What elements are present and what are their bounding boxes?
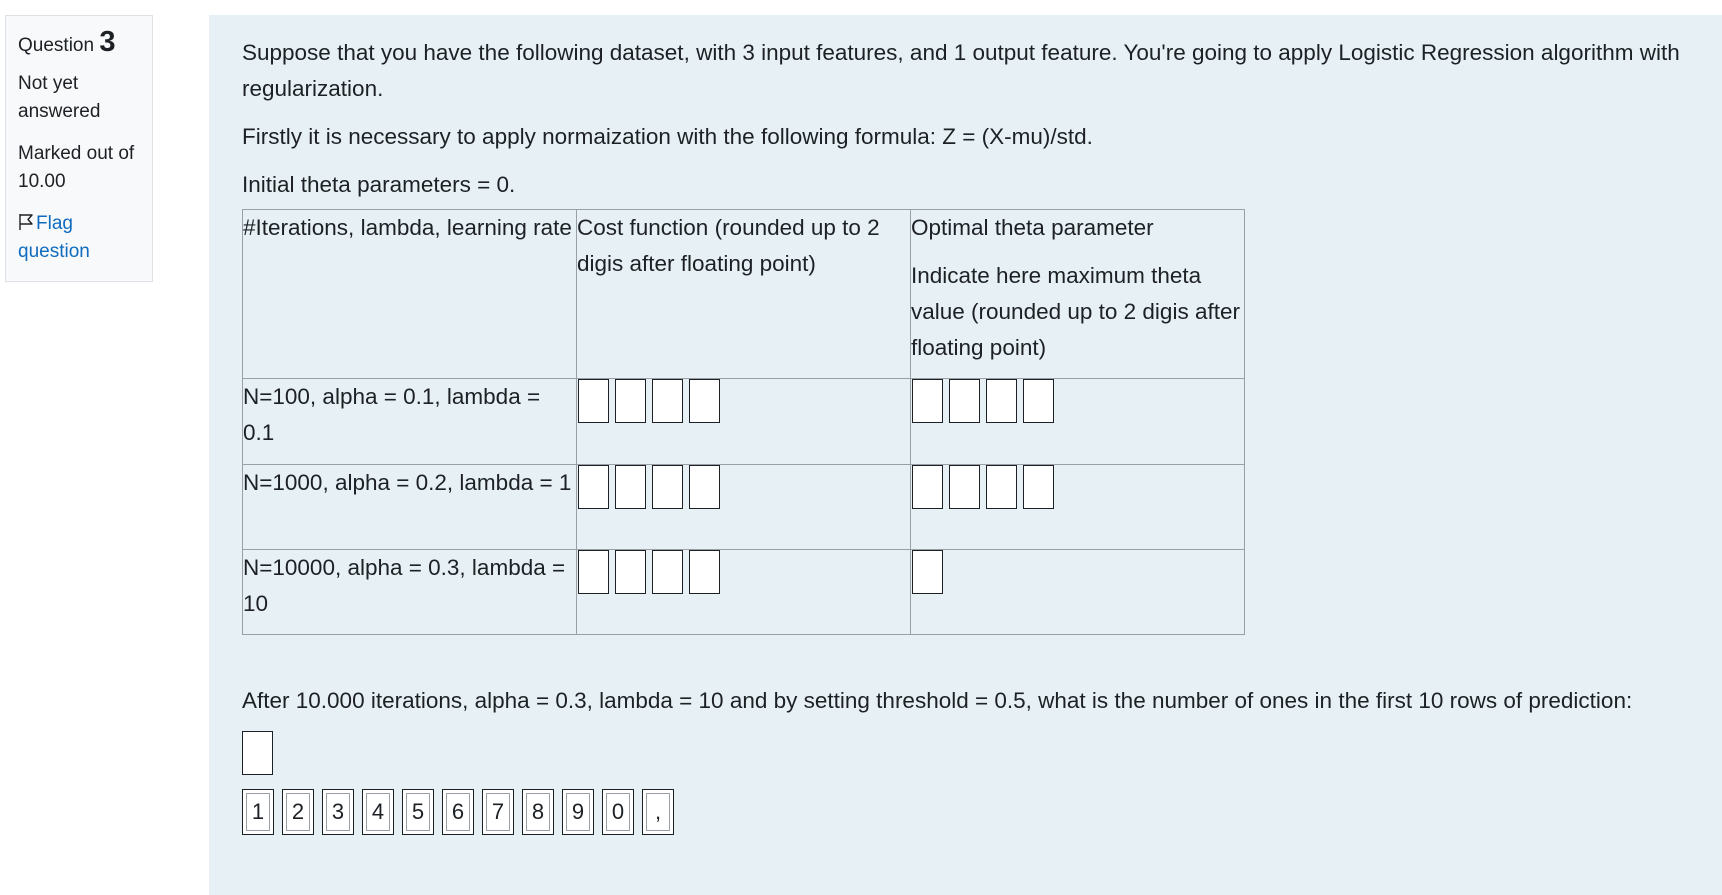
- keypad-key-1[interactable]: 1: [242, 789, 274, 835]
- keypad-key-2[interactable]: 2: [282, 789, 314, 835]
- prediction-question: After 10.000 iterations, alpha = 0.3, la…: [242, 688, 1633, 713]
- table-row: N=1000, alpha = 0.2, lambda = 1: [242, 464, 1245, 550]
- keypad-key-8[interactable]: 8: [522, 789, 554, 835]
- row-label-text: N=100, alpha = 0.1, lambda = 0.1: [243, 384, 541, 445]
- prediction-digit-input[interactable]: [242, 731, 273, 775]
- cost-digit-input[interactable]: [652, 465, 683, 509]
- cost-digit-input[interactable]: [652, 379, 683, 423]
- question-grade: Marked out of 10.00: [18, 140, 140, 196]
- cost-digit-input[interactable]: [578, 379, 609, 423]
- cost-digit-input[interactable]: [578, 550, 609, 594]
- theta-digit-input[interactable]: [986, 465, 1017, 509]
- question-intro: Suppose that you have the following data…: [242, 40, 1680, 101]
- state-line-1: Not yet: [18, 73, 79, 94]
- cost-digit-input[interactable]: [689, 465, 720, 509]
- cost-digit-input[interactable]: [689, 379, 720, 423]
- cost-digit-input[interactable]: [615, 379, 646, 423]
- row-label-text: N=1000, alpha = 0.2, lambda = 1: [243, 470, 572, 495]
- flag-question-link[interactable]: Flag question: [18, 210, 140, 266]
- header-cost-text: Cost function (rounded up to 2 digis aft…: [577, 215, 880, 276]
- theta-cell-2: [910, 464, 1245, 550]
- header-cost: Cost function (rounded up to 2 digis aft…: [576, 209, 911, 379]
- question-info-panel: Question 3 Not yet answered Marked out o…: [5, 15, 153, 282]
- keypad-key-3[interactable]: 3: [322, 789, 354, 835]
- theta-cell-1: [910, 378, 1245, 465]
- cost-cell-3: [576, 549, 911, 635]
- row-label-text: N=10000, alpha = 0.3, lambda = 10: [243, 555, 566, 616]
- header-iterations: #Iterations, lambda, learning rate: [242, 209, 577, 379]
- header-theta: Optimal theta parameter Indicate here ma…: [910, 209, 1245, 379]
- state-line-2: answered: [18, 101, 101, 122]
- table-row: N=10000, alpha = 0.3, lambda = 10: [242, 549, 1245, 635]
- cost-cell-2: [576, 464, 911, 550]
- keypad-key-6[interactable]: 6: [442, 789, 474, 835]
- theta-digit-input[interactable]: [1023, 465, 1054, 509]
- theta-digit-input[interactable]: [912, 550, 943, 594]
- cost-digit-input[interactable]: [689, 550, 720, 594]
- digit-keypad: 1 2 3 4 5 6 7 8 9 0 ,: [242, 789, 1722, 835]
- question-content: Suppose that you have the following data…: [209, 15, 1722, 895]
- flag-label-line-2[interactable]: question: [18, 241, 90, 262]
- cost-digit-input[interactable]: [615, 465, 646, 509]
- theta-digit-input[interactable]: [949, 465, 980, 509]
- theta-digit-input[interactable]: [1023, 379, 1054, 423]
- theta-digit-input[interactable]: [986, 379, 1017, 423]
- keypad-key-0[interactable]: 0: [602, 789, 634, 835]
- flag-label-line-1[interactable]: Flag: [36, 213, 73, 234]
- question-label: Question: [18, 35, 95, 56]
- row-label-2: N=1000, alpha = 0.2, lambda = 1: [242, 464, 577, 550]
- keypad-key-9[interactable]: 9: [562, 789, 594, 835]
- flag-outline-icon: [19, 214, 33, 230]
- grade-line-2: 10.00: [18, 171, 66, 192]
- table-row: N=100, alpha = 0.1, lambda = 0.1: [242, 378, 1245, 465]
- cost-digit-input[interactable]: [652, 550, 683, 594]
- theta-digit-input[interactable]: [912, 379, 943, 423]
- table-header-row: #Iterations, lambda, learning rate Cost …: [242, 209, 1245, 379]
- theta-digit-input[interactable]: [912, 465, 943, 509]
- keypad-key-7[interactable]: 7: [482, 789, 514, 835]
- theta-cell-3: [910, 549, 1245, 635]
- cost-digit-input[interactable]: [578, 465, 609, 509]
- keypad-key-comma[interactable]: ,: [642, 789, 674, 835]
- answer-table: #Iterations, lambda, learning rate Cost …: [242, 209, 1245, 635]
- grade-line-1: Marked out of: [18, 143, 135, 164]
- header-theta-subtext: Indicate here maximum theta value (round…: [911, 263, 1240, 360]
- normalization-text: Firstly it is necessary to apply normaiz…: [242, 124, 1093, 149]
- keypad-key-5[interactable]: 5: [402, 789, 434, 835]
- prediction-answer: [242, 731, 1722, 775]
- header-theta-text: Optimal theta parameter: [911, 215, 1154, 240]
- question-number: Question 3: [18, 28, 140, 60]
- theta-digit-input[interactable]: [949, 379, 980, 423]
- header-iterations-text: #Iterations, lambda, learning rate: [243, 215, 572, 240]
- initial-theta-text: Initial theta parameters = 0.: [242, 172, 516, 197]
- cost-cell-1: [576, 378, 911, 465]
- keypad-key-4[interactable]: 4: [362, 789, 394, 835]
- row-label-1: N=100, alpha = 0.1, lambda = 0.1: [242, 378, 577, 465]
- cost-digit-input[interactable]: [615, 550, 646, 594]
- question-number-value: 3: [99, 26, 116, 58]
- question-state: Not yet answered: [18, 70, 140, 126]
- row-label-3: N=10000, alpha = 0.3, lambda = 10: [242, 549, 577, 635]
